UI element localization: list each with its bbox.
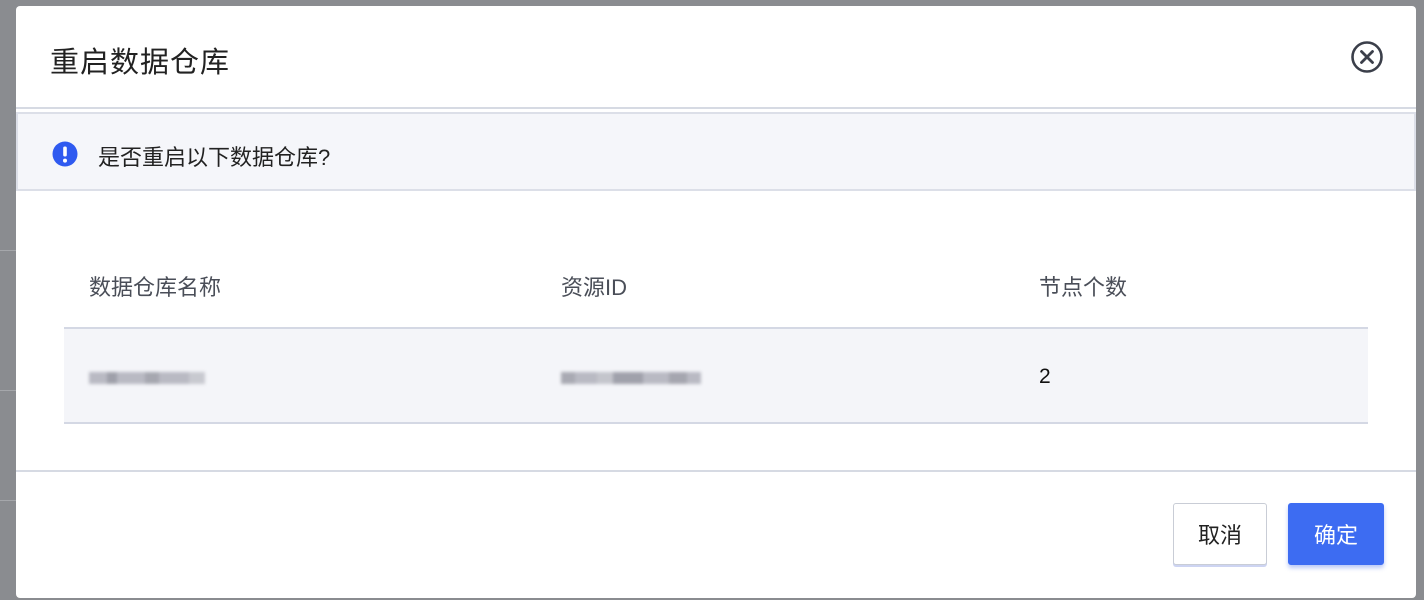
backdrop-divider xyxy=(0,250,16,251)
warning-notice: 是否重启以下数据仓库? xyxy=(16,112,1416,191)
close-button[interactable] xyxy=(1350,40,1384,74)
exclamation-circle-icon xyxy=(52,141,78,167)
backdrop-divider xyxy=(0,500,16,501)
redacted-warehouse-name xyxy=(89,367,209,389)
node-count-cell: 2 xyxy=(1039,365,1051,388)
dialog-title: 重启数据仓库 xyxy=(50,47,231,79)
redacted-resource-id xyxy=(561,367,711,389)
dialog-header: 重启数据仓库 xyxy=(16,6,1416,109)
restart-dialog: 重启数据仓库 是否重启以下数据仓库? 数据仓库名称 资源ID 节点个数 2 取消… xyxy=(16,6,1416,598)
column-header-node-count: 节点个数 xyxy=(1039,275,1128,300)
warehouse-table: 数据仓库名称 资源ID 节点个数 2 xyxy=(64,251,1368,424)
notice-text: 是否重启以下数据仓库? xyxy=(98,145,331,170)
column-header-name: 数据仓库名称 xyxy=(89,275,222,300)
table-header: 数据仓库名称 资源ID 节点个数 xyxy=(64,251,1368,329)
column-header-resource-id: 资源ID xyxy=(561,275,628,300)
table-row: 2 xyxy=(64,329,1368,424)
backdrop-divider xyxy=(0,390,16,391)
footer-divider xyxy=(16,470,1416,472)
close-circle-icon xyxy=(1351,41,1383,73)
confirm-button[interactable]: 确定 xyxy=(1288,503,1384,565)
cancel-button[interactable]: 取消 xyxy=(1173,503,1267,565)
